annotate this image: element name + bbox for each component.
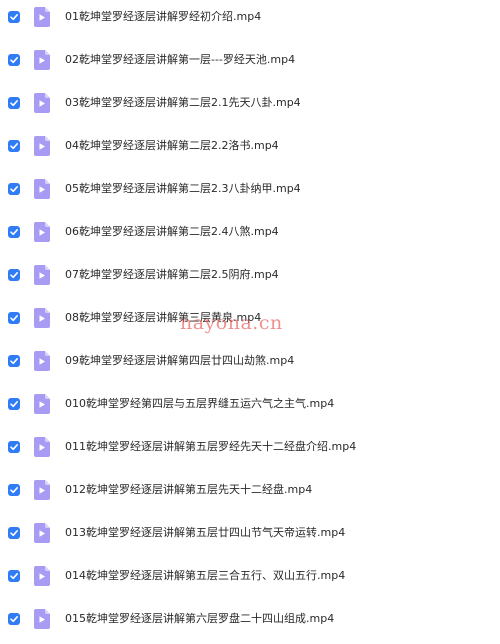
file-row[interactable]: 05乾坤堂罗经逐层讲解第二层2.3八卦纳甲.mp4 [0,172,500,214]
file-name[interactable]: 014乾坤堂罗经逐层讲解第五层三合五行、双山五行.mp4 [65,568,345,584]
file-row[interactable]: 01乾坤堂罗经逐层讲解罗经初介绍.mp4 [0,0,500,42]
file-row[interactable]: 011乾坤堂罗经逐层讲解第五层罗经先天十二经盘介绍.mp4 [0,430,500,472]
file-row[interactable]: 04乾坤堂罗经逐层讲解第二层2.2洛书.mp4 [0,129,500,171]
file-checkbox[interactable] [8,11,20,23]
video-file-icon [34,523,50,543]
video-file-icon [34,179,50,199]
video-file-icon [34,394,50,414]
video-file-icon [34,222,50,242]
checkmark-icon [10,444,18,451]
file-checkbox[interactable] [8,398,20,410]
file-checkbox[interactable] [8,441,20,453]
video-file-icon [34,437,50,457]
file-checkbox[interactable] [8,484,20,496]
file-checkbox[interactable] [8,183,20,195]
file-row[interactable]: 010乾坤堂罗经第四层与五层界缝五运六气之主气.mp4 [0,387,500,429]
video-file-icon [34,50,50,70]
file-name[interactable]: 04乾坤堂罗经逐层讲解第二层2.2洛书.mp4 [65,138,279,154]
file-row[interactable]: 013乾坤堂罗经逐层讲解第五层廿四山节气天帝运转.mp4 [0,516,500,558]
file-name[interactable]: 07乾坤堂罗经逐层讲解第二层2.5阴府.mp4 [65,267,279,283]
file-name[interactable]: 09乾坤堂罗经逐层讲解第四层廿四山劫煞.mp4 [65,353,294,369]
file-row[interactable]: 06乾坤堂罗经逐层讲解第二层2.4八煞.mp4 [0,215,500,257]
checkmark-icon [10,186,18,193]
file-row[interactable]: 014乾坤堂罗经逐层讲解第五层三合五行、双山五行.mp4 [0,559,500,601]
video-file-icon [34,351,50,371]
video-file-icon [34,609,50,629]
file-row[interactable]: 09乾坤堂罗经逐层讲解第四层廿四山劫煞.mp4 [0,344,500,386]
checkmark-icon [10,358,18,365]
file-name[interactable]: 05乾坤堂罗经逐层讲解第二层2.3八卦纳甲.mp4 [65,181,301,197]
file-checkbox[interactable] [8,226,20,238]
checkmark-icon [10,14,18,21]
video-file-icon [34,480,50,500]
file-row[interactable]: 015乾坤堂罗经逐层讲解第六层罗盘二十四山组成.mp4 [0,602,500,644]
video-file-icon [34,136,50,156]
file-checkbox[interactable] [8,97,20,109]
checkmark-icon [10,229,18,236]
video-file-icon [34,308,50,328]
file-checkbox[interactable] [8,355,20,367]
video-file-icon [34,265,50,285]
checkmark-icon [10,616,18,623]
file-row[interactable]: 02乾坤堂罗经逐层讲解第一层---罗经天池.mp4 [0,43,500,85]
file-name[interactable]: 01乾坤堂罗经逐层讲解罗经初介绍.mp4 [65,9,261,25]
watermark: nayona.cn [180,312,283,334]
file-name[interactable]: 013乾坤堂罗经逐层讲解第五层廿四山节气天帝运转.mp4 [65,525,345,541]
file-checkbox[interactable] [8,613,20,625]
file-row[interactable]: 012乾坤堂罗经逐层讲解第五层先天十二经盘.mp4 [0,473,500,515]
file-name[interactable]: 015乾坤堂罗经逐层讲解第六层罗盘二十四山组成.mp4 [65,611,334,627]
video-file-icon [34,7,50,27]
file-checkbox[interactable] [8,54,20,66]
video-file-icon [34,93,50,113]
video-file-icon [34,566,50,586]
checkmark-icon [10,315,18,322]
file-name[interactable]: 010乾坤堂罗经第四层与五层界缝五运六气之主气.mp4 [65,396,334,412]
file-name[interactable]: 03乾坤堂罗经逐层讲解第二层2.1先天八卦.mp4 [65,95,301,111]
file-checkbox[interactable] [8,570,20,582]
file-checkbox[interactable] [8,527,20,539]
file-name[interactable]: 012乾坤堂罗经逐层讲解第五层先天十二经盘.mp4 [65,482,312,498]
checkmark-icon [10,57,18,64]
file-name[interactable]: 02乾坤堂罗经逐层讲解第一层---罗经天池.mp4 [65,52,295,68]
file-checkbox[interactable] [8,269,20,281]
file-row[interactable]: 03乾坤堂罗经逐层讲解第二层2.1先天八卦.mp4 [0,86,500,128]
file-name[interactable]: 06乾坤堂罗经逐层讲解第二层2.4八煞.mp4 [65,224,279,240]
file-checkbox[interactable] [8,140,20,152]
checkmark-icon [10,143,18,150]
file-row[interactable]: 07乾坤堂罗经逐层讲解第二层2.5阴府.mp4 [0,258,500,300]
checkmark-icon [10,530,18,537]
checkmark-icon [10,401,18,408]
file-name[interactable]: 011乾坤堂罗经逐层讲解第五层罗经先天十二经盘介绍.mp4 [65,439,356,455]
checkmark-icon [10,272,18,279]
file-checkbox[interactable] [8,312,20,324]
checkmark-icon [10,487,18,494]
checkmark-icon [10,573,18,580]
checkmark-icon [10,100,18,107]
